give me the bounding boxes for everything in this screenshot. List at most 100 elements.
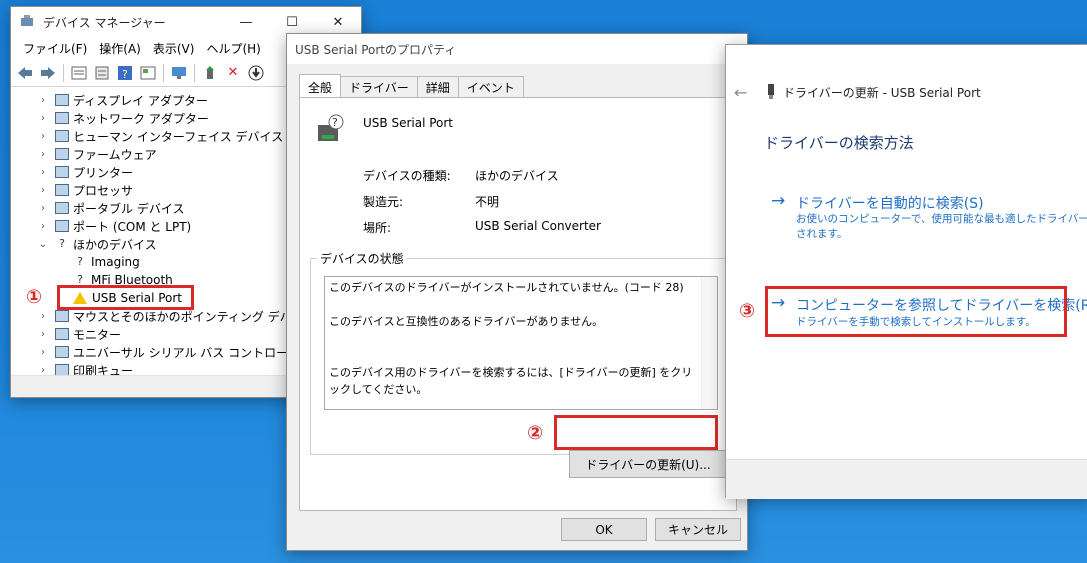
tree-item-label: ファームウェア [73, 147, 157, 162]
tab-general[interactable]: 全般 [299, 74, 342, 98]
chevron-right-icon[interactable]: › [37, 131, 49, 142]
usb-icon [55, 346, 69, 358]
hid-icon [55, 130, 69, 142]
chevron-right-icon[interactable]: › [37, 365, 49, 376]
update-driver-title: ドライバーの更新 - USB Serial Port [783, 86, 981, 100]
menu-help[interactable]: ヘルプ(H) [200, 40, 266, 57]
chevron-right-icon[interactable]: › [37, 113, 49, 124]
toolbar-divider [63, 63, 64, 82]
tab-driver[interactable]: ドライバー [340, 76, 418, 98]
menu-view[interactable]: 表示(V) [147, 40, 201, 57]
unknown-device-icon: ? [59, 237, 65, 250]
device-name: USB Serial Port [363, 116, 454, 130]
chevron-right-icon[interactable]: › [37, 149, 49, 160]
device-type-label: デバイスの種類: [363, 169, 451, 183]
forward-icon[interactable] [38, 63, 58, 83]
tree-item-portable-devices[interactable]: › ポータブル デバイス [37, 199, 184, 217]
tree-item-imaging[interactable]: ? Imaging [73, 253, 140, 271]
tree-item-label: Imaging [91, 255, 140, 269]
back-icon[interactable] [15, 63, 35, 83]
step-number-1: ① [26, 286, 43, 308]
tab-strip: 全般 ドライバー 詳細 イベント [299, 74, 524, 98]
mouse-icon [55, 310, 69, 322]
tree-item-network-adapters[interactable]: › ネットワーク アダプター [37, 109, 209, 127]
device-type-value: ほかのデバイス [475, 169, 559, 183]
svg-text:?: ? [122, 68, 128, 81]
toolbar-divider [194, 63, 195, 82]
step-number-2: ② [527, 422, 544, 444]
back-arrow-icon[interactable]: ← [734, 83, 747, 102]
ok-button[interactable]: OK [561, 518, 647, 541]
manufacturer-label: 製造元: [363, 195, 404, 209]
search-automatically-desc: お使いのコンピューターで、使用可能な最も適したドライバーが検 [796, 213, 1087, 225]
tree-item-monitors[interactable]: › モニター [37, 325, 121, 343]
tree-item-label: マウスとそのほかのポインティング デバイス [73, 309, 316, 324]
highlight-box-usb-serial-port [57, 285, 194, 310]
tree-item-label: ほかのデバイス [73, 237, 157, 252]
tree-item-hid[interactable]: › ヒューマン インターフェイス デバイス [37, 127, 283, 145]
status-line: このデバイス用のドライバーを検索するには、[ドライバーの更新] をクリックしてく… [329, 366, 693, 396]
chevron-right-icon[interactable]: › [37, 203, 49, 214]
help-icon[interactable]: ? [115, 63, 135, 83]
tree-item-firmware[interactable]: › ファームウェア [37, 145, 157, 163]
chevron-right-icon[interactable]: › [37, 167, 49, 178]
tree-item-label: モニター [73, 327, 122, 342]
tree-item-label: ディスプレイ アダプター [73, 93, 208, 108]
unknown-device-icon: ? [314, 113, 346, 145]
chevron-right-icon[interactable]: › [37, 347, 49, 358]
tab-events[interactable]: イベント [457, 76, 524, 98]
device-status-legend: デバイスの状態 [320, 252, 404, 266]
tree-item-label: ネットワーク アダプター [73, 111, 209, 126]
view-icon[interactable] [138, 63, 158, 83]
dialog-title: USB Serial Portのプロパティ [295, 42, 457, 57]
tree-item-other-devices[interactable]: ⌄ ? ほかのデバイス [37, 235, 157, 253]
highlight-box-browse-computer [765, 286, 1067, 337]
tree-item-display-adapters[interactable]: › ディスプレイ アダプター [37, 91, 208, 109]
chevron-down-icon[interactable]: ⌄ [37, 239, 49, 250]
tree-item-ports[interactable]: › ポート (COM と LPT) [37, 217, 191, 235]
window-title: デバイス マネージャー [43, 15, 166, 30]
search-automatically-desc-2: されます。 [796, 228, 848, 240]
tree-item-label: プロセッサ [73, 183, 134, 198]
vertical-scrollbar[interactable] [701, 277, 717, 409]
arrow-right-icon: → [771, 191, 786, 211]
scan-hardware-icon[interactable] [169, 63, 189, 83]
device-manager-icon [19, 13, 35, 32]
search-method-heading: ドライバーの検索方法 [764, 134, 914, 152]
dialog-footer [726, 459, 1087, 499]
menu-file[interactable]: ファイル(F) [17, 40, 93, 57]
highlight-box-update-driver [554, 415, 718, 450]
tree-item-usb-controllers[interactable]: › ユニバーサル シリアル バス コントローラー [37, 343, 312, 361]
tree-item-label: ポータブル デバイス [73, 201, 185, 216]
chevron-right-icon[interactable]: › [37, 221, 49, 232]
update-driver-dialog: ← ドライバーの更新 - USB Serial Port ドライバーの検索方法 … [725, 44, 1087, 499]
tree-item-label: ヒューマン インターフェイス デバイス [73, 129, 284, 144]
network-adapter-icon [55, 112, 69, 124]
update-driver-button[interactable]: ドライバーの更新(U)... [569, 450, 727, 478]
device-status-text[interactable]: このデバイスのドライバーがインストールされていません。(コード 28) このデバ… [324, 276, 718, 410]
chevron-right-icon[interactable]: › [37, 185, 49, 196]
properties-icon[interactable] [69, 63, 89, 83]
tree-item-label: ポート (COM と LPT) [73, 219, 192, 234]
chevron-right-icon[interactable]: › [37, 329, 49, 340]
search-automatically-option[interactable]: ドライバーを自動的に検索(S) [796, 193, 984, 213]
tree-item-label: ユニバーサル シリアル バス コントローラー [73, 345, 313, 360]
uninstall-icon[interactable]: ✕ [223, 63, 243, 83]
title-bar: USB Serial Portのプロパティ [287, 34, 747, 64]
display-adapter-icon [55, 94, 69, 106]
minimize-button[interactable]: — [223, 7, 269, 37]
cancel-button[interactable]: キャンセル [655, 518, 741, 541]
update-driver-icon[interactable] [200, 63, 220, 83]
tab-details[interactable]: 詳細 [416, 76, 459, 98]
chevron-right-icon[interactable]: › [37, 311, 49, 322]
menu-action[interactable]: 操作(A) [93, 40, 147, 57]
list-icon[interactable] [92, 63, 112, 83]
svg-text:?: ? [332, 116, 338, 129]
download-icon[interactable] [246, 63, 266, 83]
portable-device-icon [55, 202, 69, 214]
manufacturer-value: 不明 [475, 195, 500, 209]
tree-item-printers[interactable]: › プリンター [37, 163, 133, 181]
chevron-right-icon[interactable]: › [37, 95, 49, 106]
printer-icon [55, 166, 69, 178]
tree-item-processors[interactable]: › プロセッサ [37, 181, 133, 199]
